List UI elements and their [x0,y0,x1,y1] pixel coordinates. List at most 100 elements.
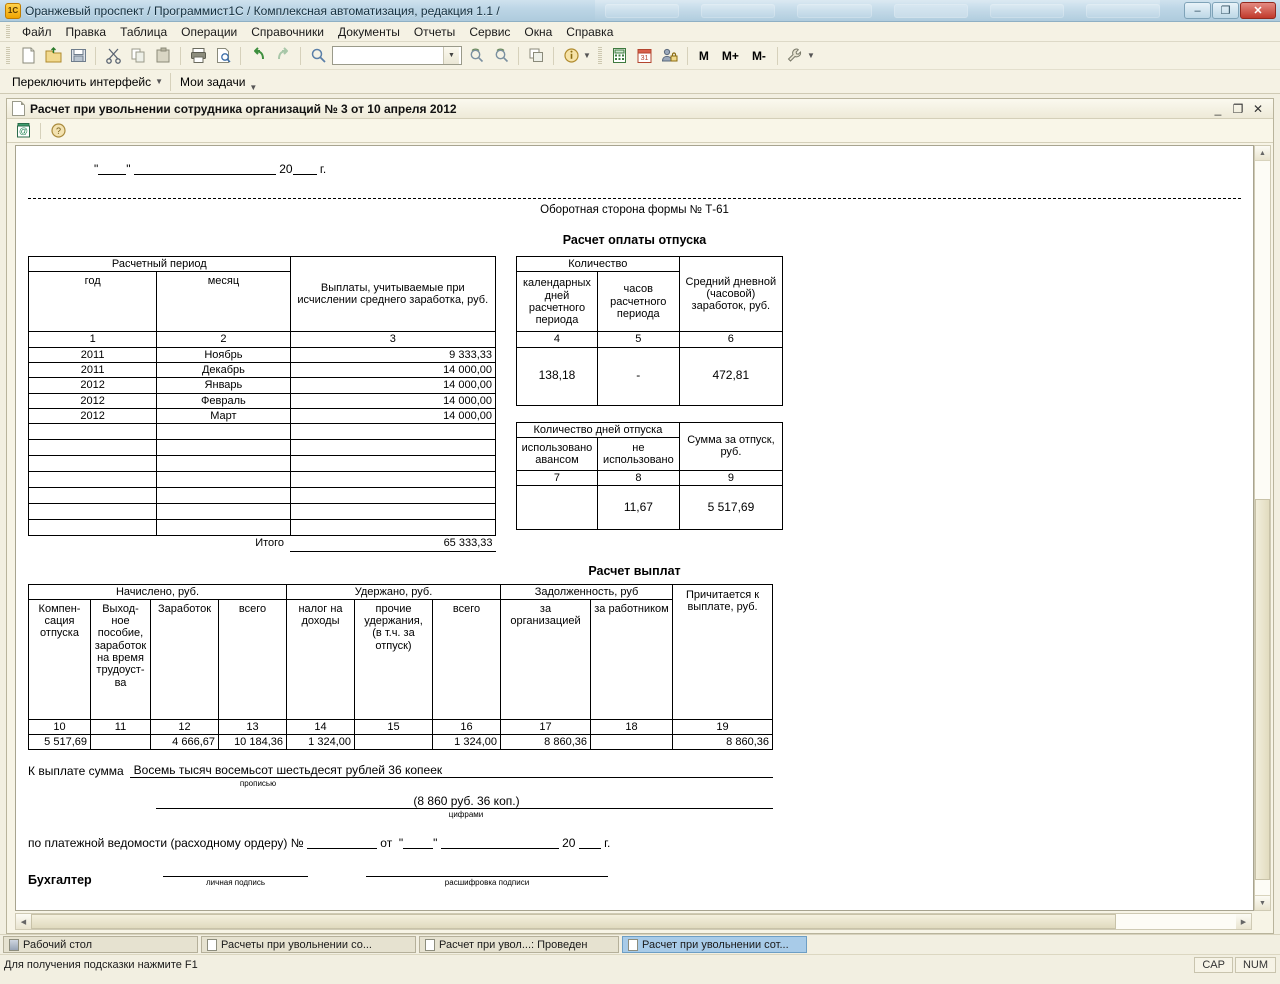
memory-recall-button[interactable]: M [694,47,714,65]
document-titlebar[interactable]: Расчет при увольнении сотрудника организ… [7,99,1273,119]
table-row[interactable] [27,519,497,537]
table-row[interactable]: 2012 Февраль 14 000,00 [27,392,497,409]
close-button[interactable]: ✕ [1240,2,1276,19]
menubar-grip[interactable] [6,25,10,38]
vertical-scrollbar[interactable]: ▲ ▼ [1254,145,1271,911]
vertical-scroll-track[interactable] [1255,161,1270,895]
menu-item-operations[interactable]: Операции [174,23,244,41]
scroll-up-icon[interactable]: ▲ [1255,146,1270,161]
cell-unused: 11,67 [596,485,680,531]
table-quantity[interactable]: Количество Средний дневной (часовой) зар… [516,255,784,406]
taskbar-item-desktop[interactable]: Рабочий стол [3,936,198,953]
toolbar-grip[interactable] [6,46,10,65]
cell-amount: 14 000,00 [289,392,497,409]
memory-subtract-button[interactable]: M- [747,47,771,65]
menu-item-file[interactable]: Файл [15,23,59,41]
window-titlebar[interactable]: 1C Оранжевый проспект / Программист1С / … [0,0,1280,22]
table-row[interactable] [27,423,497,441]
print-preview-icon[interactable] [212,45,234,67]
find-icon[interactable] [307,45,329,67]
table-row[interactable] [27,487,497,505]
info-dropdown-icon[interactable]: ▼ [583,51,595,60]
search-input[interactable] [333,47,443,64]
table-row[interactable]: 2012 Март 14 000,00 [27,407,497,425]
taskbar-item-settlements-list[interactable]: Расчеты при увольнении со... [201,936,416,953]
document-body: " " 20 г. Оборотная сторона формы № Т-61 … [7,143,1273,911]
new-document-icon[interactable] [17,45,39,67]
redo-icon[interactable] [272,45,294,67]
search-dropdown-icon[interactable]: ▼ [443,47,459,64]
print-icon[interactable] [187,45,209,67]
menu-item-reports[interactable]: Отчеты [407,23,462,41]
help-icon[interactable]: ? [47,120,69,142]
table-row[interactable] [27,503,497,521]
info-icon[interactable] [560,45,582,67]
switch-interface-dropdown-icon[interactable]: ▼ [155,77,167,86]
menu-item-table[interactable]: Таблица [113,23,174,41]
th-severance-pay: Выход-ное пособие, заработок на время тр… [90,598,151,720]
memory-add-button[interactable]: M+ [717,47,744,65]
table-row[interactable]: 2011 Декабрь 14 000,00 [27,361,497,379]
table-row[interactable] [27,455,497,473]
windows-icon[interactable] [525,45,547,67]
scroll-left-icon[interactable]: ◀ [16,914,31,929]
document-close-button[interactable]: ✕ [1251,102,1265,116]
table-row[interactable]: 2012 Январь 14 000,00 [27,377,497,394]
caption-signature-decode: расшифровка подписи [444,878,530,888]
find-next-icon[interactable] [465,45,487,67]
table-payments[interactable]: Начислено, руб. Удержано, руб. Задолженн… [28,583,773,751]
wrench-icon[interactable] [784,45,806,67]
table-row[interactable]: 138,18 - 472,81 [516,346,784,406]
document-restore-button[interactable]: ❐ [1231,102,1245,116]
signature-line[interactable] [163,864,308,878]
menu-item-help[interactable]: Справка [559,23,620,41]
taskbar-item-settlement-posted[interactable]: Расчет при увол...: Проведен [419,936,619,953]
scroll-down-icon[interactable]: ▼ [1255,895,1270,910]
spreadsheet-canvas[interactable]: " " 20 г. Оборотная сторона формы № Т-61 … [15,145,1254,911]
open-folder-icon[interactable] [42,45,64,67]
restore-button[interactable]: ❐ [1212,2,1239,19]
search-input-wrapper[interactable]: ▼ [332,46,462,65]
horizontal-scroll-track[interactable] [31,914,1236,929]
horizontal-scroll-thumb[interactable] [31,914,1116,929]
taskbar-item-settlement-active[interactable]: Расчет при увольнении сот... [622,936,807,953]
my-tasks-dropdown-icon[interactable]: ▼ [249,83,261,93]
table-row[interactable] [27,439,497,457]
printed-form: " " 20 г. Оборотная сторона формы № Т-61 … [16,146,1253,910]
table-row[interactable] [27,471,497,489]
cell-withheld-total: 1 324,00 [432,734,501,751]
copy-icon[interactable] [127,45,149,67]
save-to-file-icon[interactable]: @ [12,120,34,142]
user-lock-icon[interactable] [659,45,681,67]
horizontal-scrollbar[interactable]: ◀ ▶ [15,913,1252,930]
minimize-button[interactable]: – [1184,2,1211,19]
save-icon[interactable] [67,45,89,67]
table-calculation-period[interactable]: Расчетный период Выплаты, учитываемые пр… [27,255,497,552]
table-row[interactable]: 2011 Ноябрь 9 333,33 [27,346,497,363]
table-vacation-days[interactable]: Количество дней отпуска Сумма за отпуск,… [516,421,784,531]
scroll-right-icon[interactable]: ▶ [1236,914,1251,929]
switch-interface-button[interactable]: Переключить интерфейс [6,73,157,91]
menu-item-catalogs[interactable]: Справочники [244,23,331,41]
paste-icon[interactable] [152,45,174,67]
signature-decode-line[interactable] [366,864,608,878]
my-tasks-button[interactable]: Мои задачи [174,73,251,91]
menu-item-windows[interactable]: Окна [517,23,559,41]
menu-item-edit[interactable]: Правка [59,23,114,41]
table-row[interactable]: 5 517,69 4 666,67 10 184,36 1 324,00 1 3… [28,734,773,751]
menu-item-service[interactable]: Сервис [462,23,517,41]
vertical-scroll-thumb[interactable] [1255,498,1270,881]
toolbar-grip-2[interactable] [597,46,602,65]
cut-icon[interactable] [102,45,124,67]
find-prev-icon[interactable] [490,45,512,67]
wrench-dropdown-icon[interactable]: ▼ [807,51,819,60]
calculator-icon[interactable] [609,45,631,67]
menu-item-documents[interactable]: Документы [331,23,407,41]
document-minimize-button[interactable]: _ [1211,102,1225,116]
caption-in-words: прописью [239,779,277,789]
undo-icon[interactable] [247,45,269,67]
calendar-icon[interactable]: 31 [634,45,656,67]
cell-month [156,503,291,521]
cell-month: Февраль [156,392,291,409]
table-row[interactable]: 11,67 5 517,69 [516,485,784,531]
